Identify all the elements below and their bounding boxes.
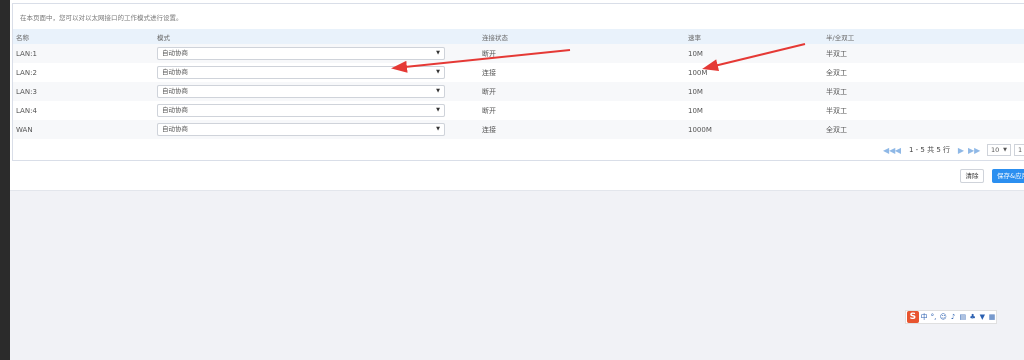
- table-row: WAN 自动协商 ▼ 连接 1000M 全双工: [13, 120, 1024, 139]
- chevron-down-icon: ▼: [1003, 147, 1007, 153]
- table-row: LAN:1 自动协商 ▼ 断开 10M 半双工: [13, 44, 1024, 63]
- port-duplex: 半双工: [823, 44, 1024, 63]
- port-speed: 10M: [685, 101, 823, 120]
- port-speed: 100M: [685, 63, 823, 82]
- page-size-value: 10: [991, 146, 1000, 154]
- divider: [10, 190, 1024, 191]
- port-status: 断开: [479, 82, 685, 101]
- header-status: 连接状态: [479, 29, 685, 44]
- page-size-select[interactable]: 10 ▼: [987, 144, 1011, 156]
- port-speed: 10M: [685, 82, 823, 101]
- next-page-icon[interactable]: ▶: [957, 146, 965, 155]
- port-duplex: 全双工: [823, 120, 1024, 139]
- port-name: LAN:2: [13, 63, 154, 82]
- port-name: WAN: [13, 120, 154, 139]
- mode-select-value: 自动协商: [162, 68, 188, 76]
- port-name: LAN:3: [13, 82, 154, 101]
- page-description: 在本页面中，您可以对以太网接口的工作模式进行设置。: [20, 14, 183, 22]
- prev-page-icon[interactable]: ◀: [894, 146, 902, 155]
- table-row: LAN:2 自动协商 ▼ 连接 100M 全双工: [13, 63, 1024, 82]
- port-status: 断开: [479, 44, 685, 63]
- mode-select[interactable]: 自动协商 ▼: [157, 85, 445, 98]
- header-duplex: 半/全双工: [823, 29, 1024, 44]
- clear-button[interactable]: 清除: [960, 169, 984, 183]
- mode-select-value: 自动协商: [162, 87, 188, 95]
- save-apply-button[interactable]: 保存&应用: [992, 169, 1024, 183]
- emoji-icon: ☺: [939, 313, 947, 321]
- sogou-logo-icon: S: [907, 311, 919, 323]
- ime-language-label: 中: [920, 313, 928, 321]
- left-frame-strip: [0, 0, 10, 360]
- pagination: ◀◀ ◀ 1 - 5 共 5 行 ▶ ▶▶ 10 ▼ 1: [883, 143, 1024, 157]
- ime-toolbar[interactable]: S 中 °, ☺ ♪ ▤ ♣ ▼ ▦: [905, 310, 997, 324]
- header-speed: 速率: [685, 29, 823, 44]
- port-duplex: 全双工: [823, 63, 1024, 82]
- table-header-row: 名称 模式 连接状态 速率 半/全双工: [13, 29, 1024, 44]
- chevron-down-icon: ▼: [436, 107, 440, 113]
- mode-select-value: 自动协商: [162, 106, 188, 114]
- chevron-down-icon: ▼: [436, 50, 440, 56]
- port-name: LAN:1: [13, 44, 154, 63]
- chevron-down-icon: ▼: [436, 69, 440, 75]
- mode-select[interactable]: 自动协商 ▼: [157, 47, 445, 60]
- port-status: 连接: [479, 120, 685, 139]
- table-row: LAN:4 自动协商 ▼ 断开 10M 半双工: [13, 101, 1024, 120]
- grid-icon: ▦: [988, 313, 996, 321]
- ethernet-settings-panel: 在本页面中，您可以对以太网接口的工作模式进行设置。 名称 模式 连接状态 速率 …: [12, 3, 1024, 161]
- port-speed: 10M: [685, 44, 823, 63]
- mode-select[interactable]: 自动协商 ▼: [157, 123, 445, 136]
- port-duplex: 半双工: [823, 82, 1024, 101]
- pagination-info: 1 - 5 共 5 行: [908, 146, 950, 154]
- port-duplex: 半双工: [823, 101, 1024, 120]
- chevron-down-icon: ▼: [436, 88, 440, 94]
- skin-icon: ♣: [969, 313, 976, 321]
- header-mode: 模式: [154, 29, 479, 44]
- port-status: 断开: [479, 101, 685, 120]
- page-number-input[interactable]: 1: [1014, 144, 1024, 156]
- table-row: LAN:3 自动协商 ▼ 断开 10M 半双工: [13, 82, 1024, 101]
- chevron-down-icon: ▼: [436, 126, 440, 132]
- punctuation-icon: °,: [930, 313, 937, 321]
- port-name: LAN:4: [13, 101, 154, 120]
- first-page-icon[interactable]: ◀◀: [883, 146, 895, 155]
- mode-select[interactable]: 自动协商 ▼: [157, 104, 445, 117]
- microphone-icon: ♪: [950, 313, 956, 321]
- port-speed: 1000M: [685, 120, 823, 139]
- mode-select-value: 自动协商: [162, 125, 188, 133]
- port-status: 连接: [479, 63, 685, 82]
- keyboard-icon: ▤: [959, 313, 967, 321]
- mode-select-value: 自动协商: [162, 49, 188, 57]
- port-table: 名称 模式 连接状态 速率 半/全双工 LAN:1 自动协商 ▼ 断开 10M 半…: [13, 29, 1024, 139]
- last-page-icon[interactable]: ▶▶: [968, 146, 980, 155]
- mode-select[interactable]: 自动协商 ▼: [157, 66, 445, 79]
- header-name: 名称: [13, 29, 154, 44]
- shirt-icon: ▼: [979, 313, 986, 321]
